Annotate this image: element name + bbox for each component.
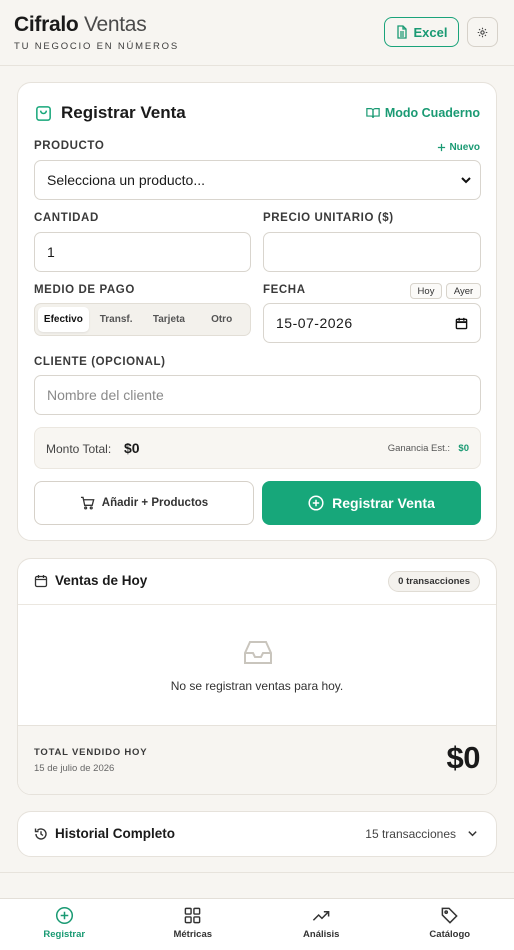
nav-label: Catálogo (429, 929, 471, 940)
calendar-icon (455, 317, 468, 330)
today-total-label: TOTAL VENDIDO HOY (34, 747, 148, 758)
divider (0, 872, 514, 873)
register-sale-label: Registrar Venta (332, 495, 435, 511)
payment-option-other[interactable]: Otro (196, 307, 247, 332)
notebook-mode-label: Modo Cuaderno (384, 106, 480, 120)
quantity-value: 1 (47, 244, 55, 260)
calendar-icon (34, 574, 48, 587)
empty-state-message: No se registran ventas para hoy. (170, 679, 344, 693)
chevron-down-icon[interactable] (467, 828, 478, 839)
todays-sales-card: Ventas de Hoy 0 transacciones No se regi… (17, 558, 497, 795)
plus-circle-icon (308, 495, 324, 511)
today-button[interactable]: Hoy (410, 283, 442, 299)
product-select-value: Selecciona un producto... (47, 172, 205, 188)
transactions-badge: 0 transacciones (388, 571, 480, 592)
payment-option-card[interactable]: Tarjeta (144, 307, 195, 332)
brand-title: Cifralo Ventas (14, 13, 179, 37)
register-card-title: Registrar Venta (61, 103, 186, 122)
plus-circle-icon (55, 906, 73, 925)
excel-label: Excel (413, 24, 448, 40)
quantity-label: CANTIDAD (34, 212, 99, 224)
total-amount-label: Monto Total: (46, 442, 112, 456)
product-select[interactable]: Selecciona un producto... (34, 160, 481, 200)
payment-option-cash[interactable]: Efectivo (38, 307, 89, 332)
today-total-footer: TOTAL VENDIDO HOY 15 de julio de 2026 $0 (18, 725, 496, 794)
settings-button[interactable] (467, 17, 498, 47)
trending-up-icon (313, 910, 330, 921)
brand: Cifralo Ventas TU NEGOCIO EN NÚMEROS (14, 13, 179, 52)
client-placeholder: Nombre del cliente (47, 387, 164, 403)
excel-export-button[interactable]: Excel (384, 17, 459, 47)
new-product-button[interactable]: Nuevo (437, 142, 480, 153)
nav-item-registrar[interactable]: Registrar (0, 899, 129, 950)
estimated-profit-value: $0 (458, 443, 469, 454)
brand-name-bold: Cifralo (14, 13, 79, 36)
gear-icon (477, 27, 488, 37)
todays-sales-header: Ventas de Hoy (34, 573, 147, 588)
add-more-products-label: Añadir + Productos (101, 497, 209, 509)
full-history-title: Historial Completo (55, 826, 176, 841)
today-total-value: $0 (446, 740, 481, 775)
register-sale-card: Registrar Venta Modo Cuaderno PRODUCTO N… (17, 82, 497, 541)
client-label: CLIENTE (OPCIONAL) (34, 356, 166, 368)
nav-label: Registrar (43, 929, 86, 940)
history-icon (34, 827, 47, 840)
spreadsheet-icon (396, 25, 407, 39)
brand-tagline: TU NEGOCIO EN NÚMEROS (14, 41, 180, 52)
nav-label: Métricas (173, 929, 213, 940)
nav-item-catalogo[interactable]: Catálogo (386, 899, 514, 950)
chevron-down-icon (461, 177, 471, 184)
nav-label: Análisis (303, 929, 340, 940)
date-value: 15-07-2026 (276, 315, 353, 331)
divider (18, 604, 496, 605)
nav-item-metricas[interactable]: Métricas (129, 899, 258, 950)
plus-icon (438, 143, 446, 152)
unit-price-input[interactable] (263, 232, 481, 272)
quantity-input[interactable]: 1 (34, 232, 251, 272)
shopping-bag-icon (36, 105, 51, 121)
grid-icon (184, 907, 201, 924)
payment-method-label: MEDIO DE PAGO (34, 284, 135, 296)
nav-item-analisis[interactable]: Análisis (257, 899, 386, 950)
payment-method-group: Efectivo Transf. Tarjeta Otro (34, 303, 251, 336)
add-more-products-button[interactable]: Añadir + Productos (34, 481, 254, 525)
product-label: PRODUCTO (34, 140, 105, 152)
total-amount-value: $0 (124, 440, 140, 456)
yesterday-button[interactable]: Ayer (446, 283, 481, 299)
total-summary: Monto Total: $0 Ganancia Est.: $0 (34, 427, 481, 469)
payment-option-transfer[interactable]: Transf. (91, 307, 142, 332)
full-history-header: Historial Completo (34, 826, 175, 841)
client-input[interactable]: Nombre del cliente (34, 375, 481, 415)
estimated-profit-label: Ganancia Est.: (387, 443, 450, 454)
bottom-navigation: Registrar Métricas Análisis Catálogo (0, 898, 514, 950)
new-product-label: Nuevo (449, 142, 480, 153)
app-header: Cifralo Ventas TU NEGOCIO EN NÚMEROS Exc… (0, 0, 514, 66)
date-label: FECHA (263, 284, 306, 296)
inbox-icon (244, 641, 272, 664)
book-open-icon (366, 108, 380, 118)
full-history-card[interactable]: Historial Completo 15 transacciones (17, 811, 497, 857)
register-card-header: Registrar Venta (34, 103, 186, 123)
history-count: 15 transacciones (365, 827, 456, 841)
today-date: 15 de julio de 2026 (34, 763, 115, 774)
shopping-cart-icon (80, 496, 95, 510)
todays-sales-title: Ventas de Hoy (55, 573, 148, 588)
brand-name-light: Ventas (83, 13, 147, 36)
unit-price-label: PRECIO UNITARIO ($) (263, 212, 394, 224)
tag-icon (441, 907, 458, 924)
register-sale-button[interactable]: Registrar Venta (262, 481, 481, 525)
notebook-mode-button[interactable]: Modo Cuaderno (366, 106, 480, 120)
date-input[interactable]: 15-07-2026 (263, 303, 481, 343)
